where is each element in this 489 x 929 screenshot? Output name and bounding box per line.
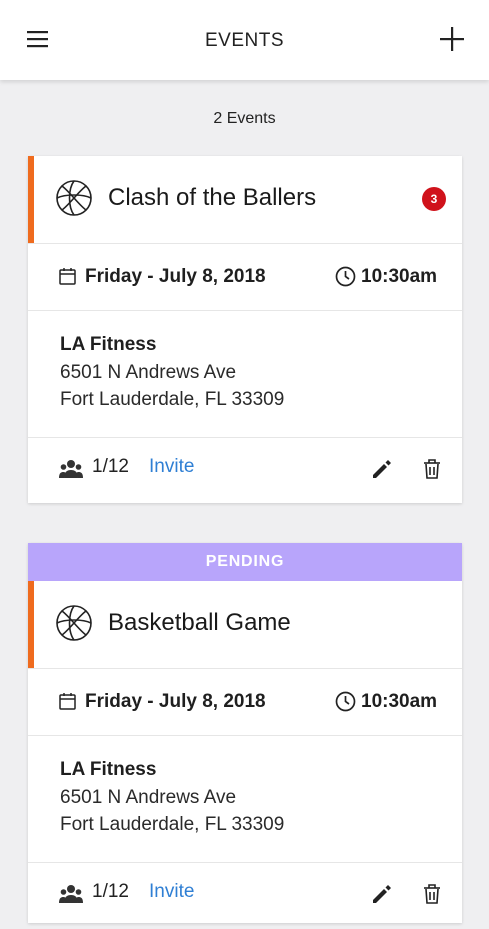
event-title: Basketball Game bbox=[108, 609, 291, 636]
people-icon bbox=[59, 460, 83, 478]
event-accent-bar bbox=[28, 581, 34, 668]
people-icon bbox=[59, 885, 83, 903]
player-count: 1/12 bbox=[92, 456, 129, 477]
event-location: LA Fitness 6501 N Andrews Ave Fort Laude… bbox=[28, 736, 462, 863]
address-line-2: Fort Lauderdale, FL 33309 bbox=[60, 389, 285, 410]
plus-icon[interactable] bbox=[437, 24, 467, 54]
basketball-icon bbox=[56, 180, 92, 216]
calendar-icon bbox=[59, 693, 76, 710]
venue-name: LA Fitness bbox=[60, 334, 157, 355]
pending-status-banner: PENDING bbox=[28, 543, 462, 581]
address-line-1: 6501 N Andrews Ave bbox=[60, 787, 237, 808]
event-datetime: Friday - July 8, 2018 10:30am bbox=[28, 244, 462, 311]
basketball-icon bbox=[56, 605, 92, 641]
clock-icon bbox=[335, 691, 356, 712]
trash-icon[interactable] bbox=[423, 883, 441, 905]
event-date: Friday - July 8, 2018 bbox=[85, 691, 266, 712]
address-line-2: Fort Lauderdale, FL 33309 bbox=[60, 814, 285, 835]
event-accent-bar bbox=[28, 156, 34, 243]
invite-link[interactable]: Invite bbox=[149, 456, 194, 478]
event-card-footer: 1/12 Invite bbox=[28, 863, 462, 929]
pencil-icon[interactable] bbox=[371, 458, 393, 480]
page-title: EVENTS bbox=[204, 30, 285, 51]
event-card[interactable]: PENDING Basketball Game Friday - July 8,… bbox=[28, 543, 462, 923]
event-count: 2 Events bbox=[213, 110, 276, 127]
event-card-header: Clash of the Ballers 3 bbox=[28, 156, 462, 244]
clock-icon bbox=[335, 266, 356, 287]
event-card[interactable]: Clash of the Ballers 3 Friday - July 8, … bbox=[28, 156, 462, 503]
event-title: Clash of the Ballers bbox=[108, 184, 317, 211]
event-location: LA Fitness 6501 N Andrews Ave Fort Laude… bbox=[28, 311, 462, 438]
trash-icon[interactable] bbox=[423, 458, 441, 480]
event-time: 10:30am bbox=[361, 266, 438, 287]
notification-badge[interactable]: 3 bbox=[422, 187, 446, 211]
top-app-bar: EVENTS bbox=[0, 0, 489, 80]
calendar-icon bbox=[59, 268, 76, 285]
event-datetime: Friday - July 8, 2018 10:30am bbox=[28, 669, 462, 736]
event-date: Friday - July 8, 2018 bbox=[85, 266, 266, 287]
event-card-footer: 1/12 Invite bbox=[28, 438, 462, 504]
address-line-1: 6501 N Andrews Ave bbox=[60, 362, 237, 383]
event-time: 10:30am bbox=[361, 691, 438, 712]
event-card-header: Basketball Game bbox=[28, 581, 462, 669]
pencil-icon[interactable] bbox=[371, 883, 393, 905]
venue-name: LA Fitness bbox=[60, 759, 157, 780]
